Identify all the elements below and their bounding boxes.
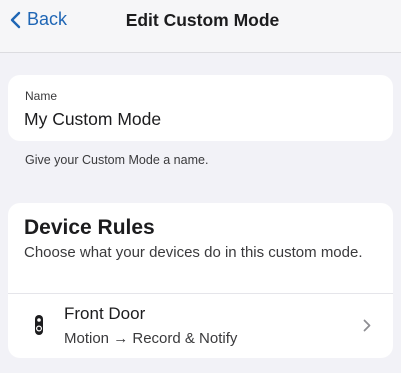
device-rule-row-front-door[interactable]: Front Door Motion → Record & Notify: [8, 294, 393, 358]
name-field-label: Name: [25, 89, 58, 103]
device-rules-description: Choose what your devices do in this cust…: [24, 244, 363, 261]
doorbell-icon: [35, 315, 43, 335]
device-name: Front Door: [64, 304, 146, 323]
device-rules-heading: Device Rules: [24, 216, 155, 239]
chevron-right-icon: [363, 319, 371, 332]
device-rules-card: Device Rules Choose what your devices do…: [8, 203, 393, 358]
name-input[interactable]: My Custom Mode: [24, 109, 161, 130]
navigation-bar: Back Edit Custom Mode: [0, 0, 401, 53]
name-field-card[interactable]: Name My Custom Mode: [8, 75, 393, 141]
device-rule-summary: Motion → Record & Notify: [64, 330, 238, 347]
page-title: Edit Custom Mode: [125, 10, 280, 30]
name-hint: Give your Custom Mode a name.: [25, 153, 209, 167]
